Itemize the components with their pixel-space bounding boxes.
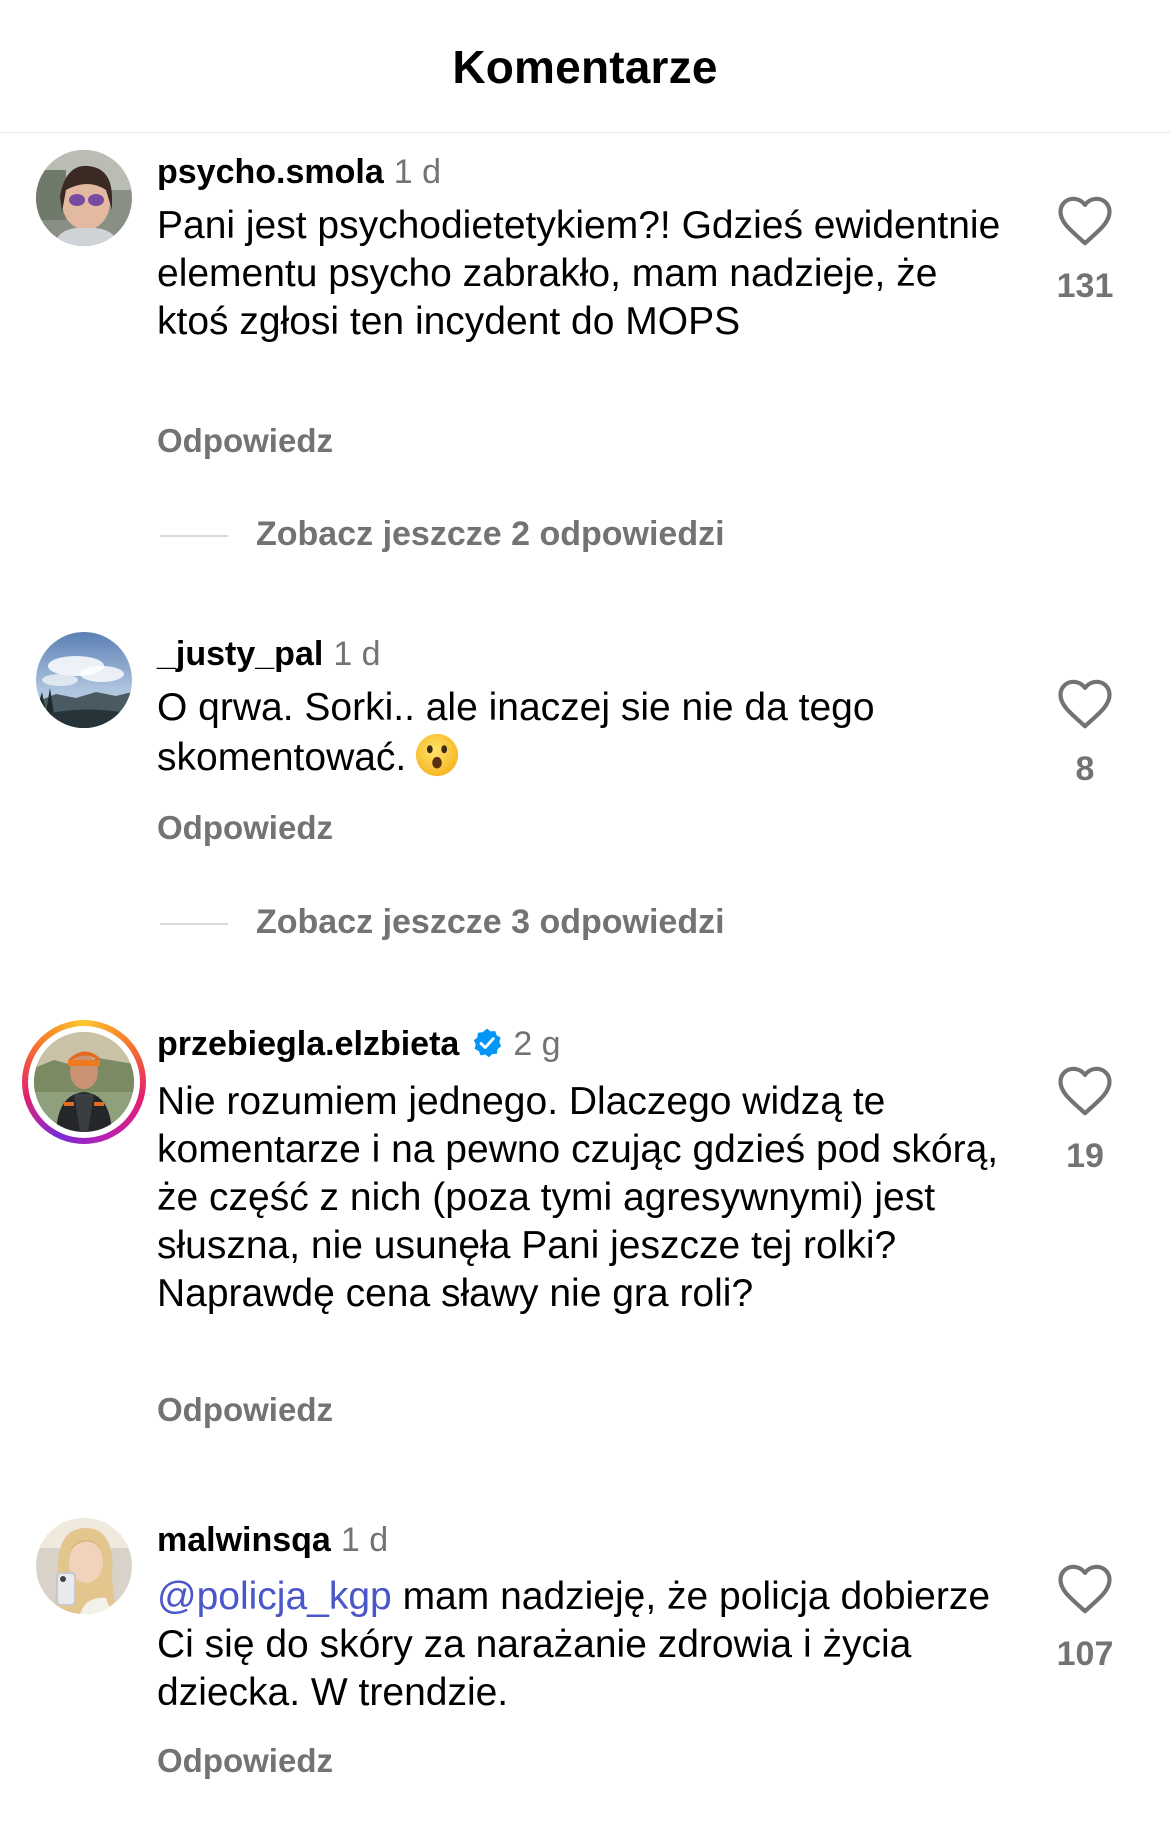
page-title: Komentarze	[452, 41, 718, 93]
heart-icon[interactable]	[1057, 195, 1113, 247]
like-count: 19	[1066, 1137, 1104, 1175]
avatar-photo	[36, 1518, 132, 1614]
comment-text: Pani jest psychodietetykiem?! Gdzieś ewi…	[157, 204, 1001, 343]
like-group: 19	[1040, 1065, 1130, 1176]
comment-meta: malwinsqa 1 d	[157, 1520, 388, 1560]
verified-badge-icon	[474, 1028, 502, 1058]
reply-divider-line	[160, 923, 228, 925]
comment-time: 1 d	[333, 635, 381, 673]
hushed-face-emoji-icon	[416, 733, 459, 777]
username[interactable]: malwinsqa	[157, 1521, 331, 1559]
comment-meta: _justy_pal 1 d	[157, 634, 381, 674]
comment-time: 1 d	[340, 1521, 389, 1559]
avatar[interactable]	[36, 1518, 132, 1614]
comment-text-body: O qrwa. Sorki.. ale inaczej sie nie da t…	[157, 686, 875, 779]
view-more-replies[interactable]: Zobacz jeszcze 2 odpowiedzi	[160, 515, 960, 555]
avatar[interactable]	[36, 632, 132, 728]
like-group: 107	[1040, 1563, 1130, 1674]
view-more-replies-label[interactable]: Zobacz jeszcze 3 odpowiedzi	[256, 903, 725, 942]
username[interactable]: psycho.smola	[157, 153, 384, 191]
comment-meta: przebiegla.elzbieta 2 g	[157, 1024, 561, 1064]
reply-button[interactable]: Odpowiedz	[157, 1391, 333, 1429]
comment-text: O qrwa. Sorki.. ale inaczej sie nie da t…	[157, 684, 1017, 782]
reply-button[interactable]: Odpowiedz	[157, 1742, 333, 1780]
heart-icon[interactable]	[1057, 678, 1113, 730]
view-more-replies[interactable]: Zobacz jeszcze 3 odpowiedzi	[160, 903, 960, 943]
like-group: 8	[1040, 678, 1130, 789]
reply-button[interactable]: Odpowiedz	[157, 809, 333, 847]
like-count: 8	[1075, 750, 1095, 788]
comment-meta: psycho.smola 1 d	[157, 152, 441, 192]
avatar-photo	[34, 1032, 134, 1132]
reply-divider-line	[160, 535, 228, 537]
avatar-story-ring[interactable]	[22, 1020, 146, 1144]
heart-icon[interactable]	[1057, 1065, 1113, 1117]
comment-time: 2 g	[513, 1025, 561, 1063]
reply-button[interactable]: Odpowiedz	[157, 422, 333, 460]
username[interactable]: _justy_pal	[157, 635, 323, 673]
comment-time: 1 d	[393, 153, 442, 191]
avatar	[34, 1032, 134, 1132]
comment-text: @policja_kgp mam nadzieję, że policja do…	[157, 1573, 1017, 1717]
comment-text: Nie rozumiem jednego. Dlaczego widzą te …	[157, 1080, 999, 1315]
avatar-photo	[36, 150, 132, 246]
sheet-header: Komentarze	[0, 0, 1170, 133]
like-count: 131	[1056, 267, 1114, 305]
view-more-replies-label[interactable]: Zobacz jeszcze 2 odpowiedzi	[256, 515, 725, 554]
like-group: 131	[1040, 195, 1130, 306]
like-count: 107	[1056, 1635, 1114, 1673]
username[interactable]: przebiegla.elzbieta	[157, 1025, 459, 1063]
comments-sheet: Komentarze psycho.smola 1 d Pani jest psy…	[0, 0, 1170, 1824]
avatar-photo	[36, 632, 132, 728]
mention-link[interactable]: @policja_kgp	[157, 1575, 392, 1618]
avatar[interactable]	[36, 150, 132, 246]
heart-icon[interactable]	[1057, 1563, 1113, 1615]
